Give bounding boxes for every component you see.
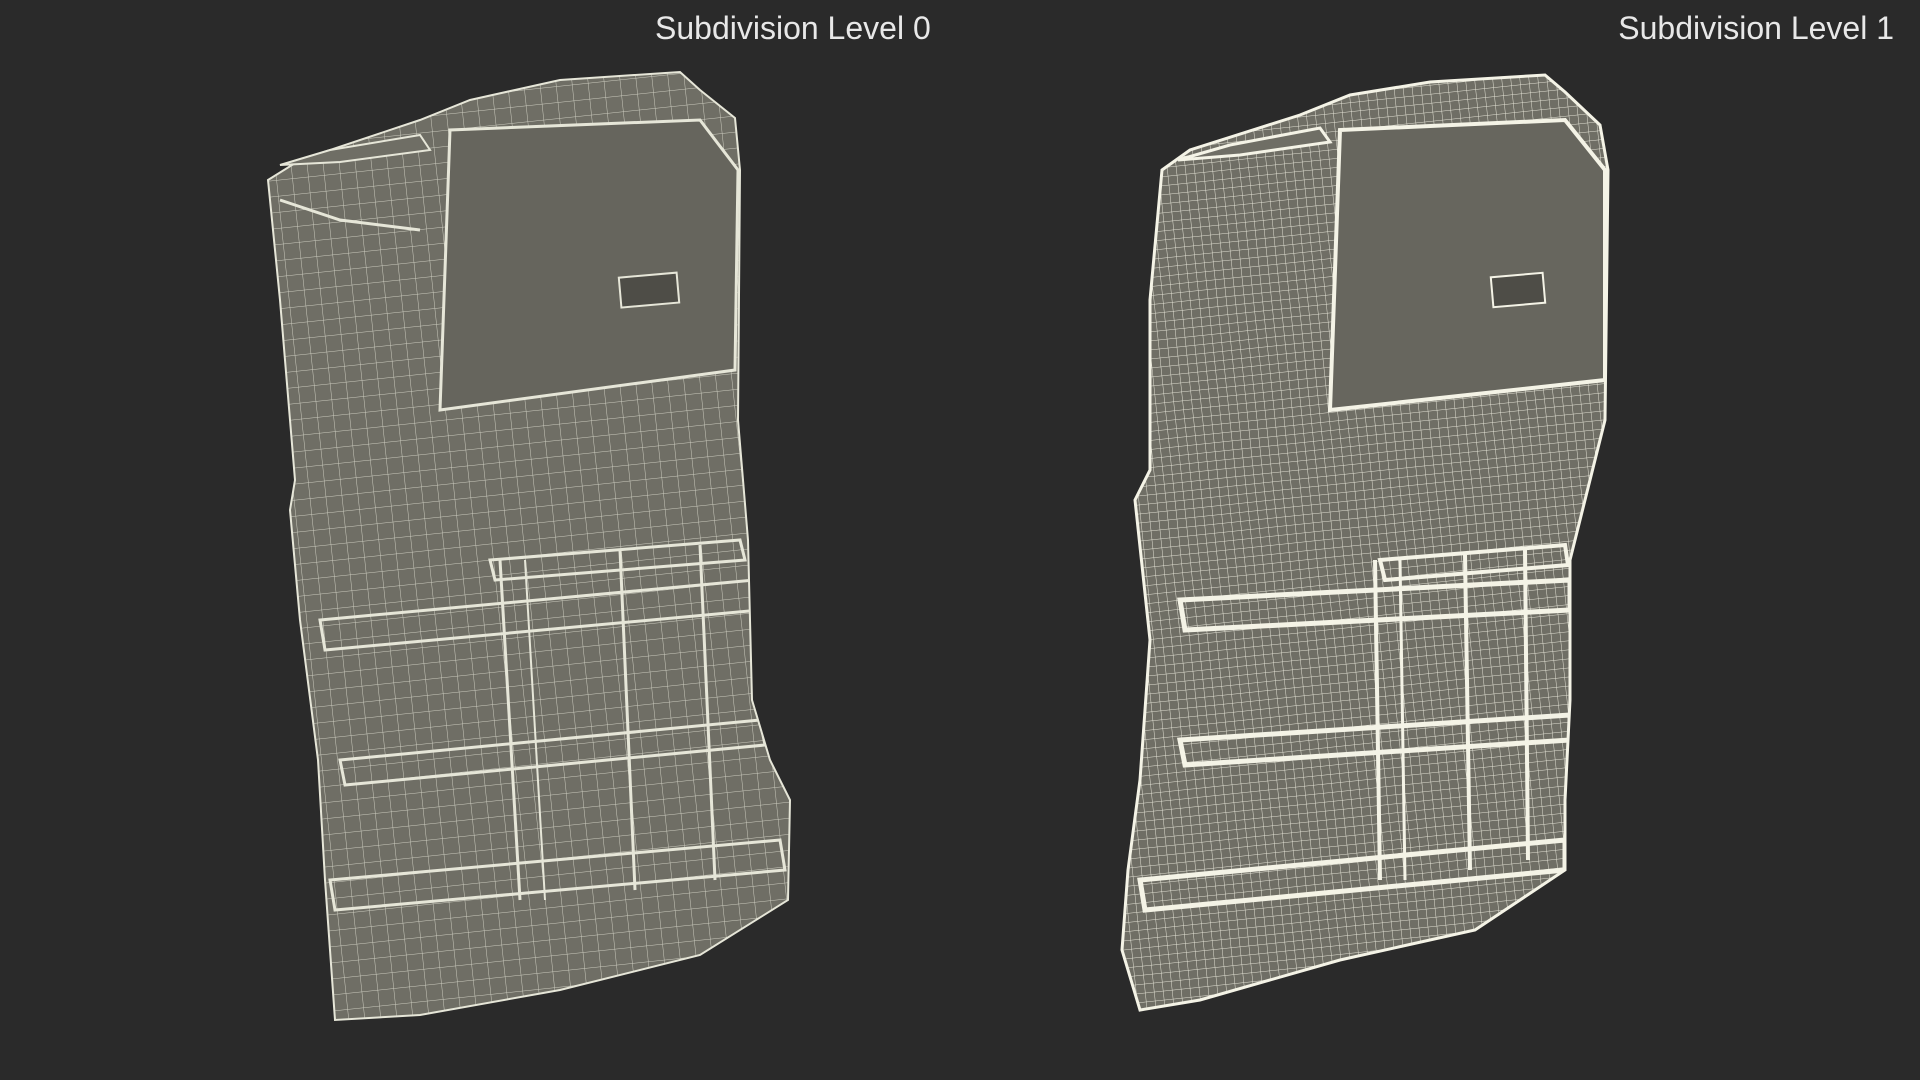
magazine-level-0-model <box>266 70 1610 1022</box>
viewport: Subdivision Level 0 Subdivision Level 1 <box>0 0 1920 1080</box>
